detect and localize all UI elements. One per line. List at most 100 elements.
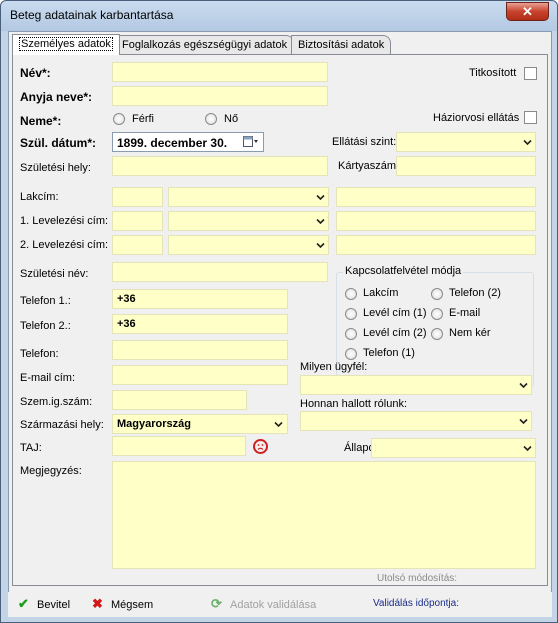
kartyaszam-label: Kártyaszám: <box>338 160 400 172</box>
kapcsolat-telefon2-radio[interactable] <box>431 288 443 300</box>
ellatasi-szint-select[interactable] <box>396 132 536 152</box>
validate-icon: ⟳ <box>211 596 222 611</box>
neme-label: Neme*: <box>20 114 62 128</box>
szul-datum-value: 1899. december 30. <box>117 136 228 150</box>
telefon1-label: Telefon 1.: <box>20 295 71 307</box>
chevron-down-icon <box>523 138 532 147</box>
megjegyzes-textarea[interactable] <box>112 461 536 569</box>
levelezesi2-city-select[interactable] <box>168 235 329 255</box>
email-label: E-mail cím: <box>20 372 75 384</box>
kapcsolat-title: Kapcsolatfelvétel módja <box>343 265 464 277</box>
honnan-label: Honnan hallott rólunk: <box>300 398 408 410</box>
lakcim-street-input[interactable] <box>336 187 536 207</box>
telefon2-input[interactable]: +36 <box>112 314 288 334</box>
milyen-ugyfel-select[interactable] <box>300 375 532 395</box>
honnan-select[interactable] <box>300 411 532 431</box>
kapcsolat-email-radio[interactable] <box>431 308 443 320</box>
szarmazasi-value: Magyarország <box>117 418 191 430</box>
kapcsolat-levelcim1-radio[interactable] <box>345 308 357 320</box>
kapcsolat-nemker-radio[interactable] <box>431 328 443 340</box>
bevitel-label: Bevitel <box>37 599 71 611</box>
szuletesi-hely-label: Születési hely: <box>20 162 91 174</box>
nev-input[interactable] <box>112 62 328 82</box>
kapcsolat-telefon1-radio[interactable] <box>345 348 357 360</box>
telefon1-input[interactable]: +36 <box>112 289 288 309</box>
levelezesi2-street-input[interactable] <box>336 235 536 255</box>
kapcsolat-option: Telefon (1) <box>363 347 415 359</box>
anyja-neve-input[interactable] <box>112 86 328 106</box>
lakcim-label: Lakcím: <box>20 191 59 203</box>
levelezesi2-label: 2. Levelezési cím: <box>20 239 109 251</box>
kapcsolat-option: Nem kér <box>449 327 491 339</box>
checkmark-icon: ✔ <box>18 596 29 611</box>
chevron-down-icon <box>274 420 283 429</box>
bottom-toolbar: ✔ Bevitel ✖ Mégsem ⟳ Adatok validálása Vali… <box>8 592 552 617</box>
bevitel-button[interactable]: ✔ Bevitel <box>18 596 70 612</box>
validalas-button[interactable]: ⟳ Adatok validálása <box>211 596 316 612</box>
no-radio[interactable] <box>205 113 217 125</box>
titkositott-checkbox[interactable] <box>524 67 537 80</box>
close-button[interactable]: ✕ <box>506 2 549 21</box>
szuletesi-nev-input[interactable] <box>112 262 328 282</box>
chevron-down-icon <box>316 217 325 226</box>
kapcsolat-option: Lakcím <box>363 287 399 299</box>
no-label: Nő <box>224 113 239 125</box>
kapcsolat-levelcim2-radio[interactable] <box>345 328 357 340</box>
window-title: Beteg adatainak karbantartása <box>10 8 174 22</box>
taj-input[interactable] <box>112 436 246 456</box>
telefon2-label: Telefon 2.: <box>20 320 71 332</box>
tab-panel: Név*: Anyja neve*: Neme*: Férfi Nő Szül.… <box>12 54 548 586</box>
lakcim-city-select[interactable] <box>168 187 329 207</box>
levelezesi1-label: 1. Levelezési cím: <box>20 215 109 227</box>
chevron-down-icon <box>523 444 532 453</box>
levelezesi1-city-select[interactable] <box>168 211 329 231</box>
validalas-idopontja-label: Validálás időpontja: <box>373 598 459 609</box>
megsem-label: Mégsem <box>111 599 154 611</box>
levelezesi1-zip-input[interactable] <box>112 211 163 231</box>
szemig-label: Szem.ig.szám: <box>20 396 93 408</box>
telefon-label: Telefon: <box>20 348 59 360</box>
calendar-icon[interactable] <box>243 136 259 148</box>
milyen-ugyfel-label: Milyen ügyfél: <box>300 361 368 373</box>
szul-datum-picker[interactable]: 1899. december 30. <box>112 132 264 152</box>
szemig-input[interactable] <box>112 390 247 410</box>
szuletesi-hely-input[interactable] <box>112 156 328 176</box>
ferfi-label: Férfi <box>132 113 154 125</box>
tab-szemelyes-adatok[interactable]: Személyes adatok <box>12 34 120 55</box>
haziorvosi-checkbox[interactable] <box>524 111 537 124</box>
email-input[interactable] <box>112 365 288 385</box>
ferfi-radio[interactable] <box>113 113 125 125</box>
kartyaszam-input[interactable] <box>396 156 536 176</box>
kapcsolat-option: E-mail <box>449 307 481 319</box>
validalas-label: Adatok validálása <box>230 599 317 611</box>
chevron-down-icon <box>316 241 325 250</box>
tab-foglalkozas[interactable]: Foglalkozás egészségügyi adatok <box>115 35 295 54</box>
client-area: Személyes adatok Foglalkozás egészségügy… <box>8 31 552 617</box>
kapcsolat-lakcim-radio[interactable] <box>345 288 357 300</box>
szarmazasi-label: Származási hely: <box>20 419 104 431</box>
patient-window: Beteg adatainak karbantartása ✕ Személye… <box>0 0 558 623</box>
szarmazasi-select[interactable]: Magyarország <box>112 414 288 434</box>
title-bar: Beteg adatainak karbantartása ✕ <box>1 1 557 31</box>
allapot-select[interactable] <box>371 438 536 458</box>
sad-face-icon <box>253 439 268 454</box>
szul-datum-label: Szül. dátum*: <box>20 136 97 150</box>
nev-label: Név*: <box>20 66 51 80</box>
megjegyzes-label: Megjegyzés: <box>20 465 82 477</box>
kapcsolat-option: Telefon (2) <box>449 287 501 299</box>
megsem-button[interactable]: ✖ Mégsem <box>92 596 153 612</box>
chevron-down-icon <box>519 417 528 426</box>
levelezesi1-street-input[interactable] <box>336 211 536 231</box>
utolso-modositas-label: Utolsó módosítás: <box>377 573 458 584</box>
kapcsolat-option: Levél cím (2) <box>363 327 427 339</box>
telefon-input[interactable] <box>112 340 288 360</box>
levelezesi2-zip-input[interactable] <box>112 235 163 255</box>
tab-biztositasi[interactable]: Biztosítási adatok <box>291 35 392 54</box>
cancel-icon: ✖ <box>92 596 103 611</box>
lakcim-zip-input[interactable] <box>112 187 163 207</box>
chevron-down-icon <box>316 193 325 202</box>
chevron-down-icon <box>519 381 528 390</box>
haziorvosi-label: Háziorvosi ellátás <box>433 112 520 124</box>
titkositott-label: Titkosított <box>469 67 517 79</box>
szuletesi-nev-label: Születési név: <box>20 268 89 280</box>
